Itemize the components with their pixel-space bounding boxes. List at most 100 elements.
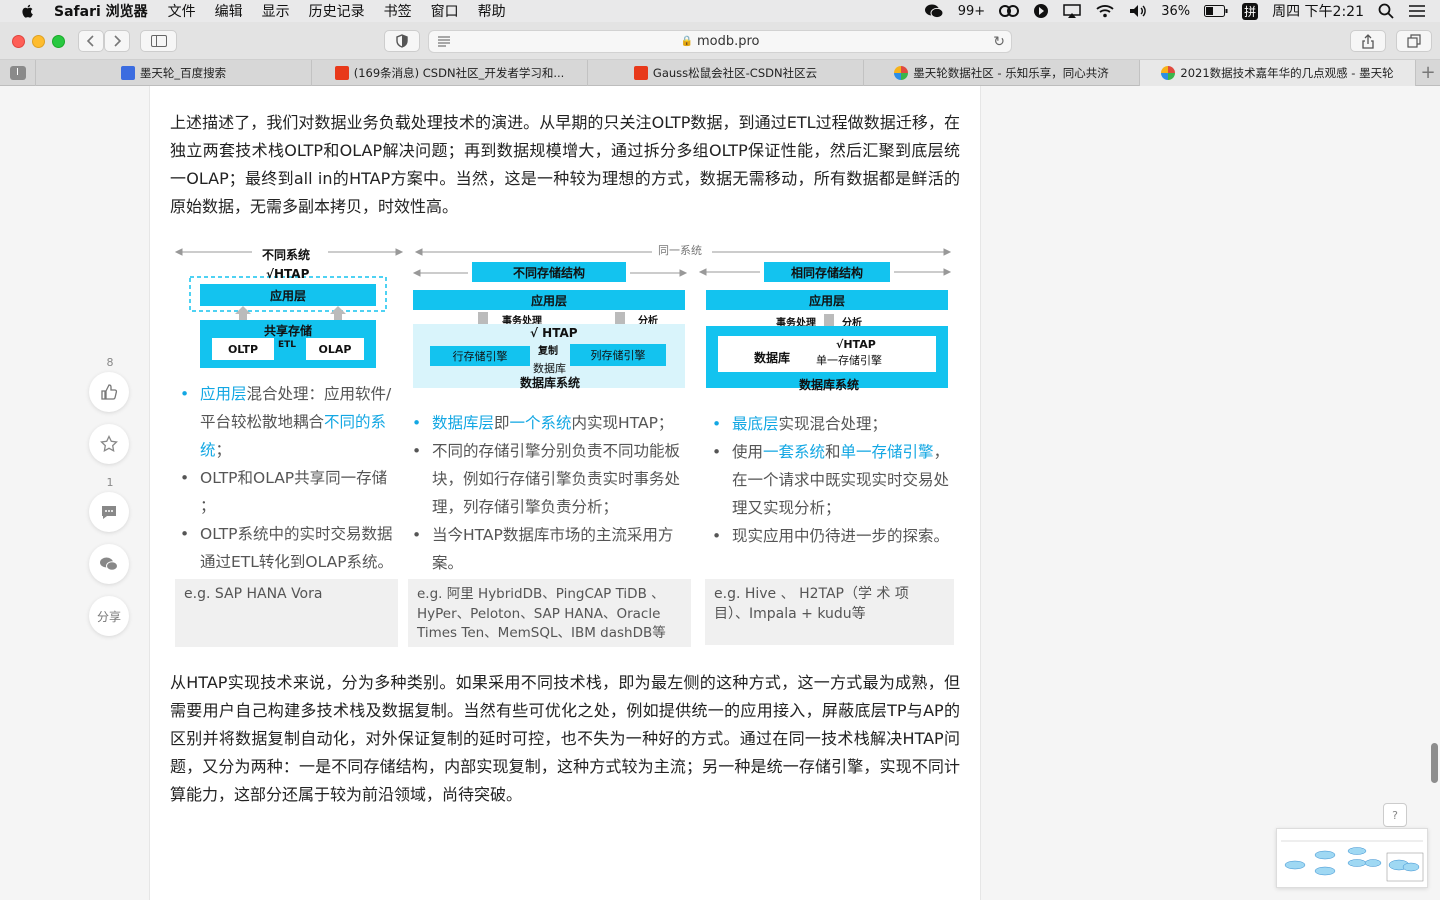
share-button[interactable] [1350, 30, 1386, 52]
tab-modb-home[interactable]: 墨天轮数据社区 - 乐知乐享，同心共济 [864, 60, 1140, 86]
vpn-icon[interactable] [1033, 3, 1049, 19]
col2-row-engine: 行存储引擎 [430, 346, 530, 366]
col2-bullet-2: 不同的存储引擎分别负责不同功能板块，例如行存储引擎负责实时事务处理，列存储引擎负… [408, 437, 688, 521]
window-minimize-button[interactable] [32, 35, 45, 48]
col2-db-system-label: 数据库系统 [520, 376, 581, 390]
col3-bullet-2: 使用一套系统和单一存储引擎，在一个请求中既实现实时交易处理又实现分析； [708, 438, 958, 522]
modb-logo-icon [1161, 66, 1176, 80]
col1-olap-box: OLAP [306, 338, 364, 360]
htap-comparison-figure: 不同系统 同一系统 √HTAP 应用层 共享存储 OLTP ETL OLAP 不… [172, 236, 958, 648]
browser-toolbar: 🔒 modb.pro ↻ [0, 22, 1440, 60]
baidu-paw-icon [120, 66, 135, 80]
wechat-icon [100, 557, 118, 571]
privacy-report-button[interactable] [384, 30, 420, 52]
share-button[interactable]: 分享 [89, 596, 129, 636]
tab-title: 2021数据技术嘉年华的几点观感 - 墨天轮 [1180, 66, 1394, 80]
col2-bullet-1: 数据库层即一个系统内实现HTAP； [408, 409, 688, 437]
window-zoom-button[interactable] [52, 35, 65, 48]
menu-bookmarks[interactable]: 书签 [384, 1, 412, 21]
article-body: 上述描述了，我们对数据业务负载处理技术的演进。从早期的只关注OLTP数据，到通过… [149, 86, 981, 900]
help-button[interactable]: ? [1383, 803, 1407, 827]
vertical-scrollbar[interactable] [1431, 743, 1438, 783]
col3-app-layer: 应用层 [706, 290, 948, 310]
col2-example-box: e.g. 阿里 HybridDB、PingCAP TiDB 、HyPer、Pel… [408, 579, 691, 647]
col1-bullets: 应用层混合处理：应用软件/平台较松散地耦合不同的系统； OLTP和OLAP共享同… [176, 380, 406, 576]
thumbs-up-icon [101, 384, 118, 400]
input-method-indicator[interactable]: 拼 [1242, 2, 1259, 20]
figure-thumbnail-preview[interactable] [1276, 828, 1428, 888]
share-icon [1362, 33, 1374, 49]
chevron-left-icon [86, 35, 94, 47]
clock[interactable]: 周四 下午2:21 [1272, 1, 1364, 21]
chevron-right-icon [114, 35, 122, 47]
web-page: 8 1 分享 上述描述了，我们对数据业务负载处理技术的演进。从早期的只关注OLT… [0, 86, 1440, 900]
col2-col-engine: 列存储引擎 [570, 344, 666, 366]
col3-bullet-3: 现实应用中仍待进一步的探索。 [708, 522, 958, 550]
creative-cloud-icon[interactable] [999, 4, 1020, 18]
shield-icon [396, 34, 408, 48]
col3-bullets: 最底层实现混合处理； 使用一套系统和单一存储引擎，在一个请求中既实现实时交易处理… [708, 410, 958, 550]
airplay-icon[interactable] [1063, 3, 1081, 19]
thumbnail-diagram-icon [1281, 840, 1424, 882]
col1-app-layer: 应用层 [200, 284, 376, 306]
spotlight-search-icon[interactable] [1378, 3, 1394, 19]
volume-icon[interactable] [1129, 4, 1147, 18]
col1-example-box: e.g. SAP HANA Vora [175, 579, 398, 647]
lock-icon: 🔒 [680, 36, 693, 47]
pinned-tab-icon: I [9, 66, 26, 80]
menu-window[interactable]: 窗口 [431, 1, 459, 21]
menu-bar: Safari 浏览器 文件 编辑 显示 历史记录 书签 窗口 帮助 99+ 36… [0, 0, 1440, 22]
col3-htap-label: √HTAP [836, 338, 876, 351]
article-paragraph-2: 从HTAP实现技术来说，分为多种类别。如果采用不同技术栈，即为最左侧的这种方式，… [170, 673, 960, 804]
col3-example-box: e.g. Hive 、 H2TAP（学 术 项 目）、Impala + kudu… [705, 579, 954, 645]
wechat-share-button[interactable] [89, 544, 129, 584]
url-text[interactable]: modb.pro [697, 34, 760, 49]
forward-button[interactable] [104, 30, 130, 52]
comment-icon [102, 506, 116, 519]
address-bar[interactable]: 🔒 modb.pro ↻ [428, 30, 1012, 53]
menu-edit[interactable]: 编辑 [215, 1, 243, 21]
battery-icon[interactable] [1204, 5, 1228, 17]
modb-logo-icon [894, 66, 909, 80]
col2-copy-label: 复制 [538, 346, 558, 357]
control-center-icon[interactable] [1408, 4, 1426, 18]
comment-button[interactable] [89, 492, 129, 532]
wechat-icon[interactable] [924, 3, 944, 19]
window-close-button[interactable] [12, 35, 25, 48]
tab-title: (169条消息) CSDN社区_开发者学习和... [353, 66, 565, 80]
new-tab-button[interactable]: + [1416, 60, 1440, 85]
favorite-button[interactable] [89, 424, 129, 464]
csdn-logo-icon [633, 66, 648, 80]
label-same-system: 同一系统 [658, 244, 702, 257]
like-count: 8 [106, 356, 114, 369]
tab-gauss[interactable]: Gauss松鼠会社区-CSDN社区云 [588, 60, 864, 86]
csdn-logo-icon [334, 66, 349, 80]
menu-history[interactable]: 历史记录 [309, 1, 365, 21]
tab-baidu[interactable]: 墨天轮_百度搜索 [36, 60, 312, 86]
tab-title: 墨天轮_百度搜索 [139, 66, 227, 80]
apple-icon[interactable] [20, 3, 36, 19]
wifi-icon[interactable] [1095, 4, 1115, 18]
col1-etl-label: ETL [278, 340, 297, 350]
menu-file[interactable]: 文件 [168, 1, 196, 21]
menu-help[interactable]: 帮助 [478, 1, 506, 21]
col3-db-label: 数据库 [754, 351, 791, 365]
article-paragraph-1: 上述描述了，我们对数据业务负载处理技术的演进。从早期的只关注OLTP数据，到通过… [170, 113, 960, 216]
tabs-icon [1407, 34, 1421, 48]
back-button[interactable] [78, 30, 104, 52]
col3-bullet-1: 最底层实现混合处理； [708, 410, 958, 438]
reload-icon[interactable]: ↻ [993, 34, 1005, 50]
reader-view-icon[interactable] [437, 35, 451, 47]
col2-bullet-3: 当今HTAP数据库市场的主流采用方案。 [408, 521, 688, 577]
tab-csdn[interactable]: (169条消息) CSDN社区_开发者学习和... [312, 60, 588, 86]
col2-app-layer: 应用层 [413, 290, 685, 310]
sidebar-toggle-button[interactable] [140, 30, 177, 52]
like-button[interactable] [89, 372, 129, 412]
tab-modb-article[interactable]: 2021数据技术嘉年华的几点观感 - 墨天轮 [1140, 60, 1416, 86]
menu-view[interactable]: 显示 [262, 1, 290, 21]
col3-header: 相同存储结构 [764, 262, 890, 282]
comment-count: 1 [106, 476, 114, 489]
tab-overview-button[interactable] [1396, 30, 1432, 52]
pinned-tab[interactable]: I [0, 60, 36, 86]
app-name-menu[interactable]: Safari 浏览器 [54, 1, 148, 21]
